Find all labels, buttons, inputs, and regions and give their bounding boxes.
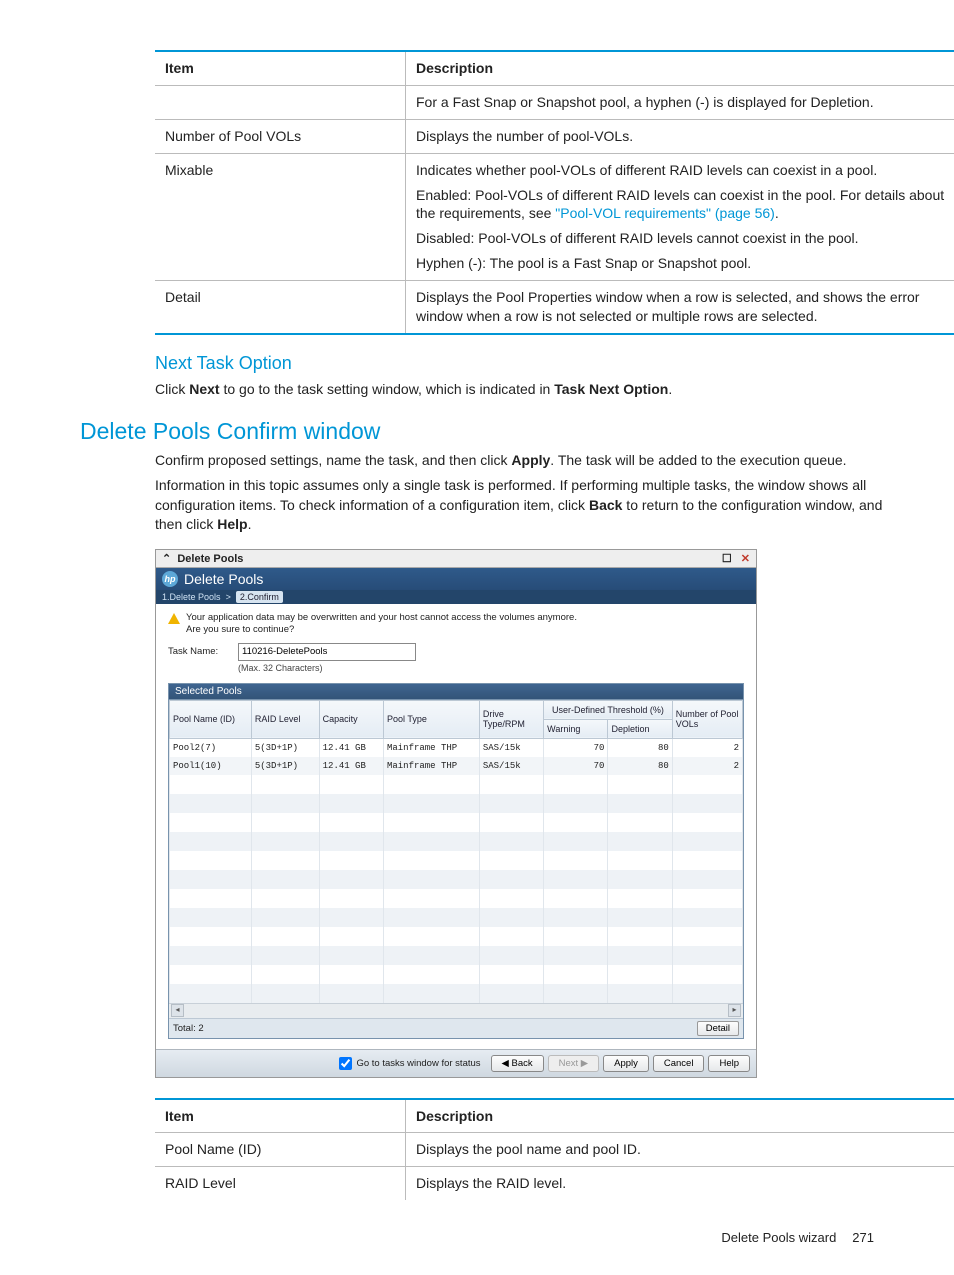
doc-table-1: Item Description For a Fast Snap or Snap… <box>155 50 954 335</box>
main-p1: Confirm proposed settings, name the task… <box>155 451 884 471</box>
cell-item: Number of Pool VOLs <box>155 119 406 153</box>
goto-tasks-checkbox[interactable]: Go to tasks window for status <box>335 1054 480 1073</box>
page-number: 271 <box>852 1230 874 1245</box>
inner-title: Delete Pools <box>184 571 263 587</box>
next-task-text: Click Next to go to the task setting win… <box>155 380 884 400</box>
th-desc: Description <box>406 51 954 85</box>
goto-tasks-input[interactable] <box>339 1057 352 1070</box>
cell-item: Mixable <box>155 153 406 280</box>
doc-table-2: Item Description Pool Name (ID) Displays… <box>155 1098 954 1201</box>
mixable-p4: Hyphen (-): The pool is a Fast Snap or S… <box>416 254 949 273</box>
warning-row: Your application data may be overwritten… <box>168 612 744 637</box>
col-warning[interactable]: Warning <box>544 719 608 738</box>
breadcrumb-step2: 2.Confirm <box>236 591 283 603</box>
cell-item: RAID Level <box>155 1167 406 1200</box>
table-row[interactable]: Pool1(10) 5(3D+1P) 12.41 GB Mainframe TH… <box>170 757 743 775</box>
col-num-vols[interactable]: Number of Pool VOLs <box>672 700 742 738</box>
selected-pools-table: Pool Name (ID) RAID Level Capacity Pool … <box>169 700 743 1003</box>
cell-desc: Displays the number of pool-VOLs. <box>406 119 954 153</box>
cell-item <box>155 85 406 119</box>
mixable-p1: Indicates whether pool-VOLs of different… <box>416 161 949 180</box>
help-button[interactable]: Help <box>708 1055 750 1072</box>
apply-button[interactable]: Apply <box>603 1055 649 1072</box>
col-capacity[interactable]: Capacity <box>319 700 383 738</box>
inner-titlebar: hp Delete Pools <box>156 568 756 590</box>
task-name-input[interactable] <box>238 643 416 661</box>
col-depletion[interactable]: Depletion <box>608 719 672 738</box>
scroll-left-icon[interactable]: ◂ <box>171 1004 184 1017</box>
detail-button[interactable]: Detail <box>697 1021 739 1036</box>
col-drive[interactable]: Drive Type/RPM <box>479 700 543 738</box>
next-task-heading: Next Task Option <box>155 353 884 374</box>
task-name-label: Task Name: <box>168 646 238 657</box>
col-threshold-group[interactable]: User-Defined Threshold (%) <box>544 700 673 719</box>
delete-pools-window: ⌃ Delete Pools ☐ ✕ hp Delete Pools 1.Del… <box>155 549 757 1078</box>
next-button: Next ▶ <box>548 1055 599 1072</box>
footer-text: Delete Pools wizard <box>721 1230 836 1245</box>
main-p2: Information in this topic assumes only a… <box>155 476 884 535</box>
main-heading: Delete Pools Confirm window <box>80 418 884 445</box>
selected-pools-header: Selected Pools <box>169 684 743 700</box>
task-name-hint: (Max. 32 Characters) <box>238 663 744 673</box>
back-button[interactable]: ◀ Back <box>491 1055 544 1072</box>
pool-vol-req-link[interactable]: "Pool-VOL requirements" (page 56) <box>555 205 775 221</box>
breadcrumb-step1[interactable]: 1.Delete Pools <box>162 592 221 602</box>
horizontal-scrollbar[interactable]: ◂ ▸ <box>169 1003 743 1018</box>
cell-item: Pool Name (ID) <box>155 1133 406 1167</box>
cell-desc: Displays the pool name and pool ID. <box>406 1133 954 1167</box>
th-item: Item <box>155 1099 406 1133</box>
cell-desc: For a Fast Snap or Snapshot pool, a hyph… <box>406 85 954 119</box>
cell-desc: Displays the Pool Properties window when… <box>406 281 954 334</box>
th-item: Item <box>155 51 406 85</box>
selected-pools-panel: Selected Pools Pool Name (ID) RAID Level… <box>168 683 744 1039</box>
col-raid[interactable]: RAID Level <box>251 700 319 738</box>
mixable-p2: Enabled: Pool-VOLs of different RAID lev… <box>416 186 949 224</box>
action-bar: Go to tasks window for status ◀ Back Nex… <box>156 1049 756 1077</box>
th-desc: Description <box>406 1099 954 1133</box>
col-pool-type[interactable]: Pool Type <box>383 700 479 738</box>
table-row[interactable]: Pool2(7) 5(3D+1P) 12.41 GB Mainframe THP… <box>170 738 743 757</box>
cell-desc: Indicates whether pool-VOLs of different… <box>406 153 954 280</box>
cell-item: Detail <box>155 281 406 334</box>
close-icon[interactable]: ✕ <box>741 553 750 565</box>
col-pool-name[interactable]: Pool Name (ID) <box>170 700 252 738</box>
cancel-button[interactable]: Cancel <box>653 1055 705 1072</box>
window-titlebar[interactable]: ⌃ Delete Pools ☐ ✕ <box>156 550 756 568</box>
mixable-p3: Disabled: Pool-VOLs of different RAID le… <box>416 229 949 248</box>
maximize-icon[interactable]: ☐ <box>722 553 732 565</box>
window-title: Delete Pools <box>177 553 243 565</box>
collapse-icon[interactable]: ⌃ <box>162 553 171 565</box>
scroll-right-icon[interactable]: ▸ <box>728 1004 741 1017</box>
hp-logo-icon: hp <box>162 571 178 587</box>
page-footer: Delete Pools wizard 271 <box>80 1230 884 1245</box>
warning-text: Your application data may be overwritten… <box>186 612 577 637</box>
warning-icon <box>168 613 180 624</box>
total-label: Total: 2 <box>173 1023 204 1034</box>
breadcrumb: 1.Delete Pools > 2.Confirm <box>156 590 756 604</box>
cell-desc: Displays the RAID level. <box>406 1167 954 1200</box>
